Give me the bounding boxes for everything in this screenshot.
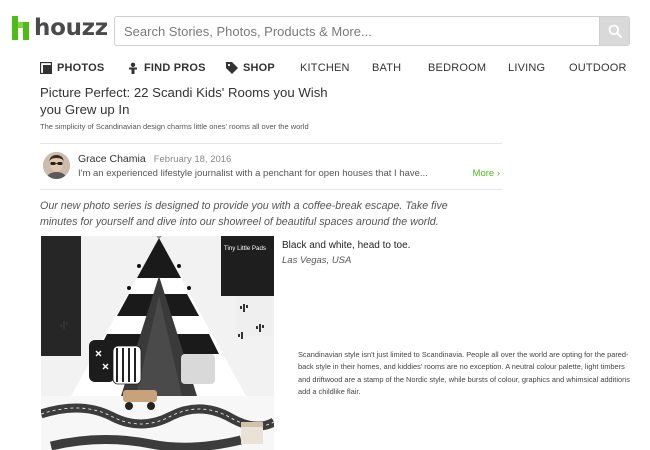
author-bio: I'm an experienced lifestyle journalist … [78,168,428,179]
houzz-logo-mark-icon [12,16,29,40]
nav-kitchen-label: KITCHEN [300,62,350,74]
photo-caption-location: Las Vegas, USA [282,255,352,266]
divider [40,189,502,190]
kids-room-photo [41,236,274,450]
article-subtitle: The simplicity of Scandinavian design ch… [40,122,309,131]
author-name-line: Grace Chamia February 18, 2016 [78,153,231,165]
nav-bedroom-label: BEDROOM [428,62,487,74]
nav-living[interactable]: LIVING [508,62,545,74]
photo-caption-title: Black and white, head to toe. [282,240,411,251]
nav-bath[interactable]: BATH [372,62,401,74]
houzz-logo-text: houzz [34,15,108,41]
article-intro: Our new photo series is designed to prov… [40,200,448,228]
search-button[interactable] [599,17,629,45]
houzz-logo[interactable]: houzz [12,15,108,41]
nav-outdoor-label: OUTDOOR [569,62,627,74]
avatar[interactable] [43,152,70,179]
article-photo[interactable]: Tiny Little Pads [41,236,274,450]
search-input[interactable] [115,17,599,45]
nav-outdoor[interactable]: OUTDOOR [569,62,627,74]
magnifier-icon [608,24,622,38]
avatar-portrait-icon [43,152,70,179]
nav-photos-label: PHOTOS [57,62,105,74]
article-body-paragraph: Scandinavian style isn't just limited to… [298,350,630,396]
author-block: Grace Chamia February 18, 2016 I'm an exp… [40,148,502,188]
nav-photos[interactable]: PHOTOS [40,62,104,74]
photo-watermark: Tiny Little Pads [223,245,266,252]
site-header: houzz [0,0,650,60]
nav-living-label: LIVING [508,62,546,74]
search-bar [114,16,630,46]
nav-bedroom[interactable]: BEDROOM [428,62,486,74]
author-name[interactable]: Grace Chamia [78,153,146,165]
divider [40,143,502,144]
nav-bath-label: BATH [372,62,402,74]
nav-find-pros-label: FIND PROS [144,62,206,74]
author-date: February 18, 2016 [153,154,232,165]
main-nav: PHOTOS FIND PROS SHOP KITCHEN BATH BEDRO… [0,60,650,80]
nav-shop[interactable]: SHOP [226,62,275,74]
article-title: Picture Perfect: 22 Scandi Kids' Rooms y… [40,85,328,117]
nav-find-pros[interactable]: FIND PROS [127,62,206,74]
nav-shop-label: SHOP [243,62,275,74]
photos-icon [40,62,52,74]
nav-kitchen[interactable]: KITCHEN [300,62,350,74]
tag-icon [226,62,238,74]
find-pros-icon [127,62,139,74]
more-link[interactable]: More › [473,168,500,179]
